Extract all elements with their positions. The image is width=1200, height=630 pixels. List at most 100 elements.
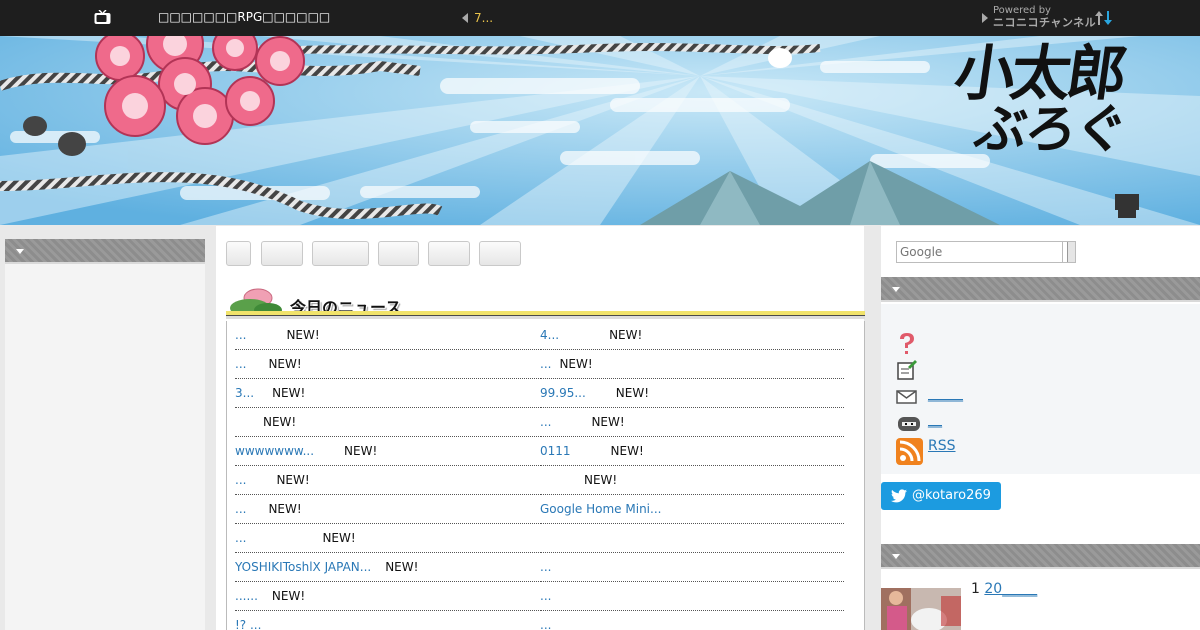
left-sidebar-section-header[interactable] xyxy=(5,239,205,264)
niconico-channel-logo: ニコニコチャンネル xyxy=(993,16,1097,29)
news-link[interactable]: 99.95... xyxy=(540,386,586,400)
news-ticker[interactable]: 7... xyxy=(462,11,493,25)
news-row: NEW! xyxy=(235,408,539,437)
ninja-icon xyxy=(898,417,920,431)
new-badge: NEW! xyxy=(268,357,302,371)
new-badge: NEW! xyxy=(271,589,306,603)
news-link[interactable]: ... xyxy=(540,589,551,603)
news-row: ... NEW! xyxy=(235,524,539,553)
news-link[interactable]: 3... xyxy=(235,386,254,400)
news-link[interactable]: ...... xyxy=(235,589,258,603)
news-row: wwwwwww... NEW! xyxy=(235,437,539,466)
news-list: ... NEW!... NEW! 3... NEW! NEW! wwwwwww... NEW!… xyxy=(226,321,865,630)
caret-down-icon xyxy=(892,287,900,292)
header-banner[interactable]: 小太郎 ぶろぐ xyxy=(0,36,1200,225)
profile-section-header[interactable] xyxy=(881,277,1200,302)
site-title[interactable]: □□□□□□□RPG□□□□□□ xyxy=(158,10,330,24)
new-badge: NEW! xyxy=(385,560,419,574)
ranking-thumbnail[interactable] xyxy=(881,588,961,630)
news-row: ... NEW! xyxy=(235,466,539,495)
question-link[interactable] xyxy=(896,332,1096,356)
news-link[interactable]: ... xyxy=(540,560,551,574)
news-row: ... xyxy=(540,611,844,630)
new-badge: NEW! xyxy=(609,328,643,342)
news-row: 0111 NEW! xyxy=(540,437,844,466)
ranking-link[interactable]: 20_____ xyxy=(984,581,1037,597)
news-header-bar xyxy=(226,311,865,319)
search-input[interactable] xyxy=(897,242,1063,262)
new-badge: NEW! xyxy=(610,444,644,458)
twitter-bird-icon xyxy=(891,489,907,503)
news-link[interactable]: ... xyxy=(540,415,551,429)
caret-right-icon xyxy=(982,13,988,23)
nav-tab-5[interactable] xyxy=(428,241,470,266)
rss-link-label[interactable]: RSS xyxy=(928,438,956,454)
nav-tab-6[interactable] xyxy=(479,241,521,266)
new-badge: NEW! xyxy=(591,415,625,429)
logo-line1: 小太郎 xyxy=(950,39,1128,109)
google-search xyxy=(896,241,1076,263)
new-badge: NEW! xyxy=(344,444,378,458)
news-row: ... NEW! xyxy=(235,350,539,379)
news-link[interactable]: 4... xyxy=(540,328,559,342)
news-link[interactable]: wwwwwww... xyxy=(235,444,314,458)
edit-note-icon xyxy=(897,360,917,380)
new-badge: NEW! xyxy=(615,386,650,400)
news-row: ... xyxy=(540,553,844,582)
profile-links: _____ __ RSS xyxy=(881,304,1200,474)
news-link[interactable]: YOSHIKIToshlX JAPAN... xyxy=(235,560,371,574)
nav-tab-3[interactable] xyxy=(312,241,369,266)
new-badge: NEW! xyxy=(272,386,306,400)
new-badge: NEW! xyxy=(276,473,310,487)
site-logo[interactable]: 小太郎 ぶろぐ xyxy=(950,39,1170,160)
nav-tab-1[interactable] xyxy=(226,241,251,266)
twitter-handle: @kotaro269 xyxy=(912,488,991,503)
sort-arrows-icon[interactable] xyxy=(1094,9,1114,27)
news-row: ...... NEW! xyxy=(235,582,539,611)
powered-by[interactable]: Powered by ニコニコチャンネル xyxy=(993,6,1097,29)
news-link[interactable]: !? ... xyxy=(235,618,261,630)
ninja-link[interactable]: __ xyxy=(896,412,1096,438)
rss-link[interactable]: RSS xyxy=(896,438,1096,465)
mail-link-label[interactable]: _____ xyxy=(928,386,963,402)
news-header: 今日のニュース xyxy=(226,288,865,322)
news-row: ... xyxy=(540,582,844,611)
twitter-follow-button[interactable]: @kotaro269 xyxy=(881,482,1001,510)
new-badge: NEW! xyxy=(263,415,297,429)
mail-link[interactable]: _____ xyxy=(896,386,1096,412)
edit-link[interactable] xyxy=(896,359,1096,383)
news-row xyxy=(540,524,844,553)
news-row: ... NEW! xyxy=(540,350,844,379)
news-ticker-text[interactable]: 7... xyxy=(474,11,493,25)
right-sidebar: _____ __ RSS @kotaro269 xyxy=(881,226,1200,630)
news-link[interactable]: ... xyxy=(235,502,246,516)
ninja-link-label[interactable]: __ xyxy=(928,412,942,428)
new-badge: NEW! xyxy=(268,502,302,516)
news-row: 4... NEW! xyxy=(540,321,844,350)
nav-tab-4[interactable] xyxy=(378,241,419,266)
ranking-section-header[interactable] xyxy=(881,544,1200,569)
news-link[interactable]: ... xyxy=(540,618,551,630)
main-content: 今日のニュース ... NEW!... NEW! 3... NEW! NEW! wwwwww… xyxy=(216,226,865,630)
ranking-number: 1 xyxy=(971,581,980,597)
news-link[interactable]: ... xyxy=(540,357,551,371)
search-button[interactable] xyxy=(1067,242,1075,262)
new-badge: NEW! xyxy=(584,473,618,487)
news-link[interactable]: ... xyxy=(235,328,246,342)
news-link[interactable]: Google Home Mini... xyxy=(540,502,661,516)
news-link[interactable]: 0111 xyxy=(540,444,571,458)
new-badge: NEW! xyxy=(286,328,320,342)
tv-icon[interactable] xyxy=(94,10,111,25)
news-row: 3... NEW! xyxy=(235,379,539,408)
news-column-left: ... NEW!... NEW! 3... NEW! NEW! wwwwwww... NEW!… xyxy=(235,321,539,630)
mail-icon xyxy=(896,390,917,404)
top-bar: □□□□□□□RPG□□□□□□ 7... Powered by ニコニコチャン… xyxy=(0,0,1200,36)
nav-tab-2[interactable] xyxy=(261,241,303,266)
prev-arrow-icon[interactable] xyxy=(462,13,468,23)
news-link[interactable]: ... xyxy=(235,531,246,545)
news-link[interactable]: ... xyxy=(235,473,246,487)
rss-icon xyxy=(896,438,923,465)
news-link[interactable]: ... xyxy=(235,357,246,371)
news-row: !? ... xyxy=(235,611,539,630)
new-badge: NEW! xyxy=(559,357,593,371)
